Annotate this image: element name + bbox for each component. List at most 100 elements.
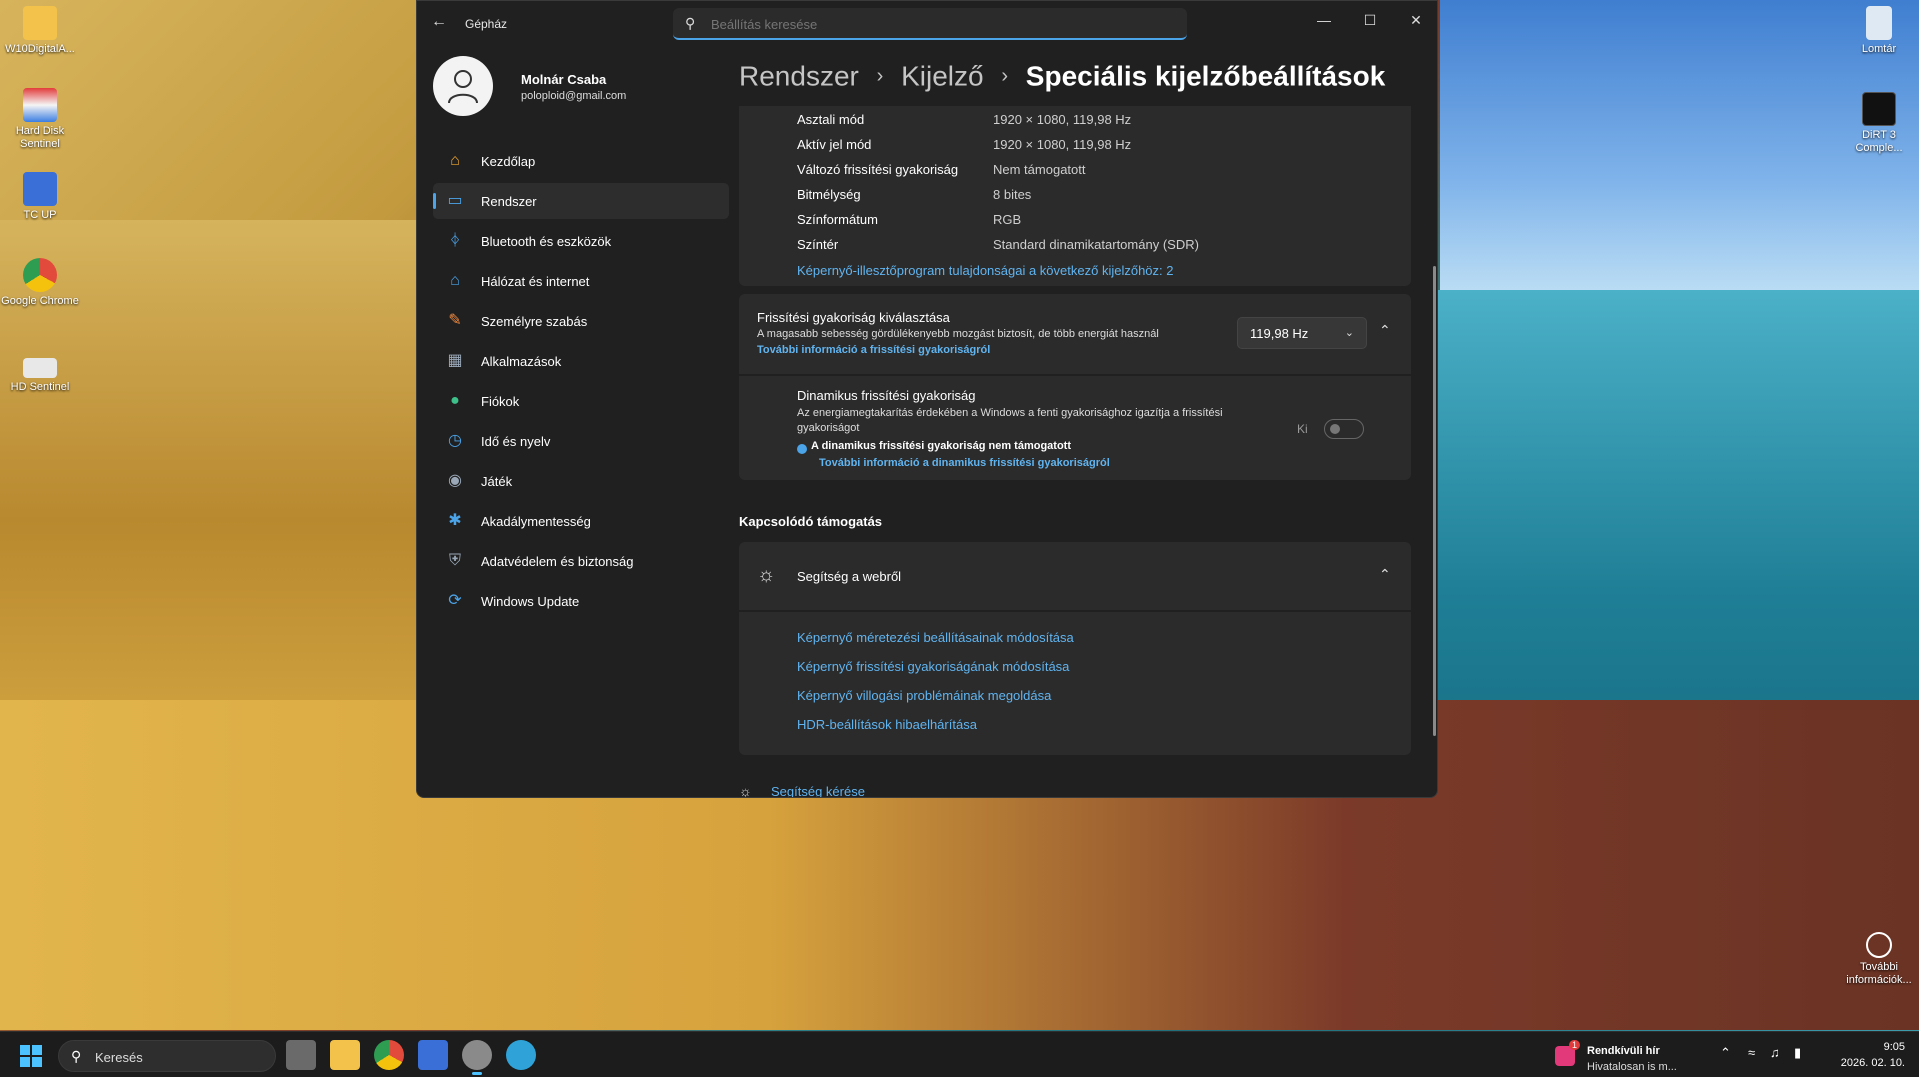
chevron-right-icon: › — [876, 65, 884, 88]
desktop-icon-more-info[interactable]: További információk... — [1839, 932, 1919, 987]
display-adapter-properties-link[interactable]: Képernyő-illesztőprogram tulajdonságai a… — [797, 263, 1174, 278]
sidebar-item-personalization[interactable]: ✎ Személyre szabás — [433, 303, 729, 339]
dynamic-refresh-toggle[interactable] — [1324, 419, 1364, 439]
globe-icon: ☼ — [757, 564, 776, 586]
title-bar: ← Gépház ⚲ — ☐ ✕ — [417, 1, 1437, 45]
sidebar-nav: ⌂ Kezdőlap ▭ Rendszer ᛄ Bluetooth és esz… — [433, 143, 729, 623]
help-link[interactable]: HDR-beállítások hibaelhárítása — [797, 717, 977, 732]
breadcrumb-display[interactable]: Kijelző — [901, 61, 983, 92]
tc-up-icon[interactable] — [418, 1040, 448, 1070]
get-help-link[interactable]: ☼ Segítség kérése — [739, 783, 865, 798]
bluetooth-icon: ᛄ — [450, 232, 460, 249]
info-icon — [797, 444, 807, 454]
desktop-icon-hd-sentinel[interactable]: HD Sentinel — [0, 350, 80, 394]
browser-globe-icon[interactable] — [506, 1040, 536, 1070]
sidebar-item-accounts[interactable]: ● Fiókok — [433, 383, 729, 419]
help-link[interactable]: Képernyő frissítési gyakoriságának módos… — [797, 659, 1069, 674]
taskbar-search[interactable]: ⚲ Keresés — [58, 1040, 276, 1072]
wifi-icon: ⌂ — [450, 272, 460, 289]
settings-gear-icon[interactable] — [462, 1040, 492, 1075]
desktop-icon-folder[interactable]: W10DigitalA... — [0, 6, 80, 56]
profile-name: Molnár Csaba — [521, 72, 607, 87]
desktop-icon-chrome[interactable]: Google Chrome — [0, 258, 80, 308]
maximize-button[interactable]: ☐ — [1347, 5, 1393, 35]
sidebar-item-bluetooth[interactable]: ᛄ Bluetooth és eszközök — [433, 223, 729, 259]
chrome-icon — [23, 258, 57, 292]
web-help-links: Képernyő méretezési beállításainak módos… — [739, 612, 1411, 755]
battery-icon[interactable]: ▮ — [1794, 1045, 1801, 1061]
folder-icon — [23, 6, 57, 40]
chevron-right-icon: › — [1001, 65, 1009, 88]
gamepad-icon: ◉ — [448, 472, 462, 489]
desktop-icon-dirt3[interactable]: DiRT 3 Comple... — [1839, 92, 1919, 155]
info-camera-icon — [1866, 932, 1892, 958]
start-button[interactable] — [20, 1045, 42, 1067]
dynamic-refresh-info-link[interactable]: További információ a dinamikus frissítés… — [819, 457, 1110, 469]
person-icon — [448, 70, 478, 104]
breadcrumb: Rendszer › Kijelző › Speciális kijelzőbe… — [739, 59, 1385, 93]
volume-icon[interactable]: ♫ — [1770, 1045, 1780, 1060]
sidebar-item-home[interactable]: ⌂ Kezdőlap — [433, 143, 729, 179]
app-title: Gépház — [465, 17, 508, 31]
drive-icon — [23, 358, 57, 378]
avatar — [433, 56, 493, 116]
web-help-header[interactable]: ☼ Segítség a webről ⌃ — [739, 542, 1411, 610]
breadcrumb-system[interactable]: Rendszer — [739, 61, 859, 92]
chevron-up-icon[interactable]: ⌃ — [1720, 1045, 1731, 1061]
settings-search-box[interactable]: ⚲ — [673, 8, 1187, 40]
task-view-icon[interactable] — [286, 1040, 316, 1070]
content-scroll-area[interactable]: Asztali mód 1920 × 1080, 119,98 Hz Aktív… — [739, 106, 1411, 798]
related-support-heading: Kapcsolódó támogatás — [739, 514, 883, 529]
chrome-icon[interactable] — [374, 1040, 404, 1070]
desktop-icon-recycle-bin[interactable]: Lomtár — [1839, 6, 1919, 56]
home-icon: ⌂ — [450, 152, 460, 169]
help-link[interactable]: Képernyő méretezési beállításainak módos… — [797, 630, 1074, 645]
clock[interactable]: 9:05 2026. 02. 10. — [1830, 1039, 1905, 1071]
hard-disk-icon — [23, 88, 57, 122]
update-icon: ⟳ — [448, 592, 462, 609]
scrollbar[interactable] — [1433, 266, 1436, 736]
refresh-rate-dropdown[interactable]: 119,98 Hz ⌄ — [1237, 317, 1367, 349]
user-profile[interactable]: Molnár Csaba poloploid@gmail.com — [433, 56, 693, 120]
sidebar-item-accessibility[interactable]: ✱ Akadálymentesség — [433, 503, 729, 539]
accessibility-icon: ✱ — [448, 512, 462, 529]
sidebar-item-apps[interactable]: ▦ Alkalmazások — [433, 343, 729, 379]
recycle-bin-icon — [1866, 6, 1892, 40]
chevron-up-icon[interactable]: ⌃ — [1379, 566, 1391, 583]
help-icon: ☼ — [739, 783, 752, 798]
file-explorer-icon[interactable] — [330, 1040, 360, 1070]
settings-window: ← Gépház ⚲ — ☐ ✕ Molnár Csaba poloploid@… — [416, 0, 1438, 798]
close-button[interactable]: ✕ — [1393, 5, 1437, 35]
taskbar: ⚲ Keresés 1 Rendkívüli hír Hivatalosan i… — [0, 1031, 1919, 1077]
refresh-rate-info-link[interactable]: További információ a frissítési gyakoris… — [757, 344, 990, 356]
desktop-icon-hard-disk-sentinel[interactable]: Hard Disk Sentinel — [0, 88, 80, 151]
chevron-up-icon[interactable]: ⌃ — [1379, 322, 1391, 339]
monitor-icon: ▭ — [447, 192, 463, 209]
sidebar-item-network[interactable]: ⌂ Hálózat és internet — [433, 263, 729, 299]
profile-email: poloploid@gmail.com — [521, 90, 627, 102]
chevron-down-icon: ⌄ — [1344, 327, 1354, 339]
desktop-icon-tc-up[interactable]: TC UP — [0, 172, 80, 222]
refresh-rate-title: Frissítési gyakoriság kiválasztása — [757, 310, 950, 325]
back-arrow-icon[interactable]: ← — [431, 13, 453, 35]
search-icon: ⚲ — [71, 1048, 82, 1064]
sidebar-item-system[interactable]: ▭ Rendszer — [433, 183, 729, 219]
refresh-rate-desc: A magasabb sebesség gördülékenyebb mozgá… — [757, 328, 1159, 340]
apps-icon: ▦ — [447, 352, 463, 369]
display-info-card: Asztali mód 1920 × 1080, 119,98 Hz Aktív… — [739, 106, 1411, 286]
dirt3-icon — [1862, 92, 1896, 126]
dynamic-refresh-card: Dinamikus frissítési gyakoriság Az energ… — [739, 376, 1411, 480]
toggle-state-label: Ki — [1297, 422, 1308, 436]
shield-icon: ⛨ — [448, 552, 461, 569]
sidebar-item-windows-update[interactable]: ⟳ Windows Update — [433, 583, 729, 619]
sidebar-item-privacy[interactable]: ⛨ Adatvédelem és biztonság — [433, 543, 729, 579]
refresh-rate-card: Frissítési gyakoriság kiválasztása A mag… — [739, 294, 1411, 374]
settings-search-input[interactable] — [711, 14, 1171, 34]
brush-icon: ✎ — [448, 312, 462, 329]
help-link[interactable]: Képernyő villogási problémáinak megoldás… — [797, 688, 1051, 703]
wifi-icon[interactable]: ≈ — [1748, 1045, 1755, 1060]
sidebar-item-time-language[interactable]: ◷ Idő és nyelv — [433, 423, 729, 459]
person-icon: ● — [450, 392, 460, 409]
minimize-button[interactable]: — — [1301, 5, 1347, 35]
sidebar-item-gaming[interactable]: ◉ Játék — [433, 463, 729, 499]
